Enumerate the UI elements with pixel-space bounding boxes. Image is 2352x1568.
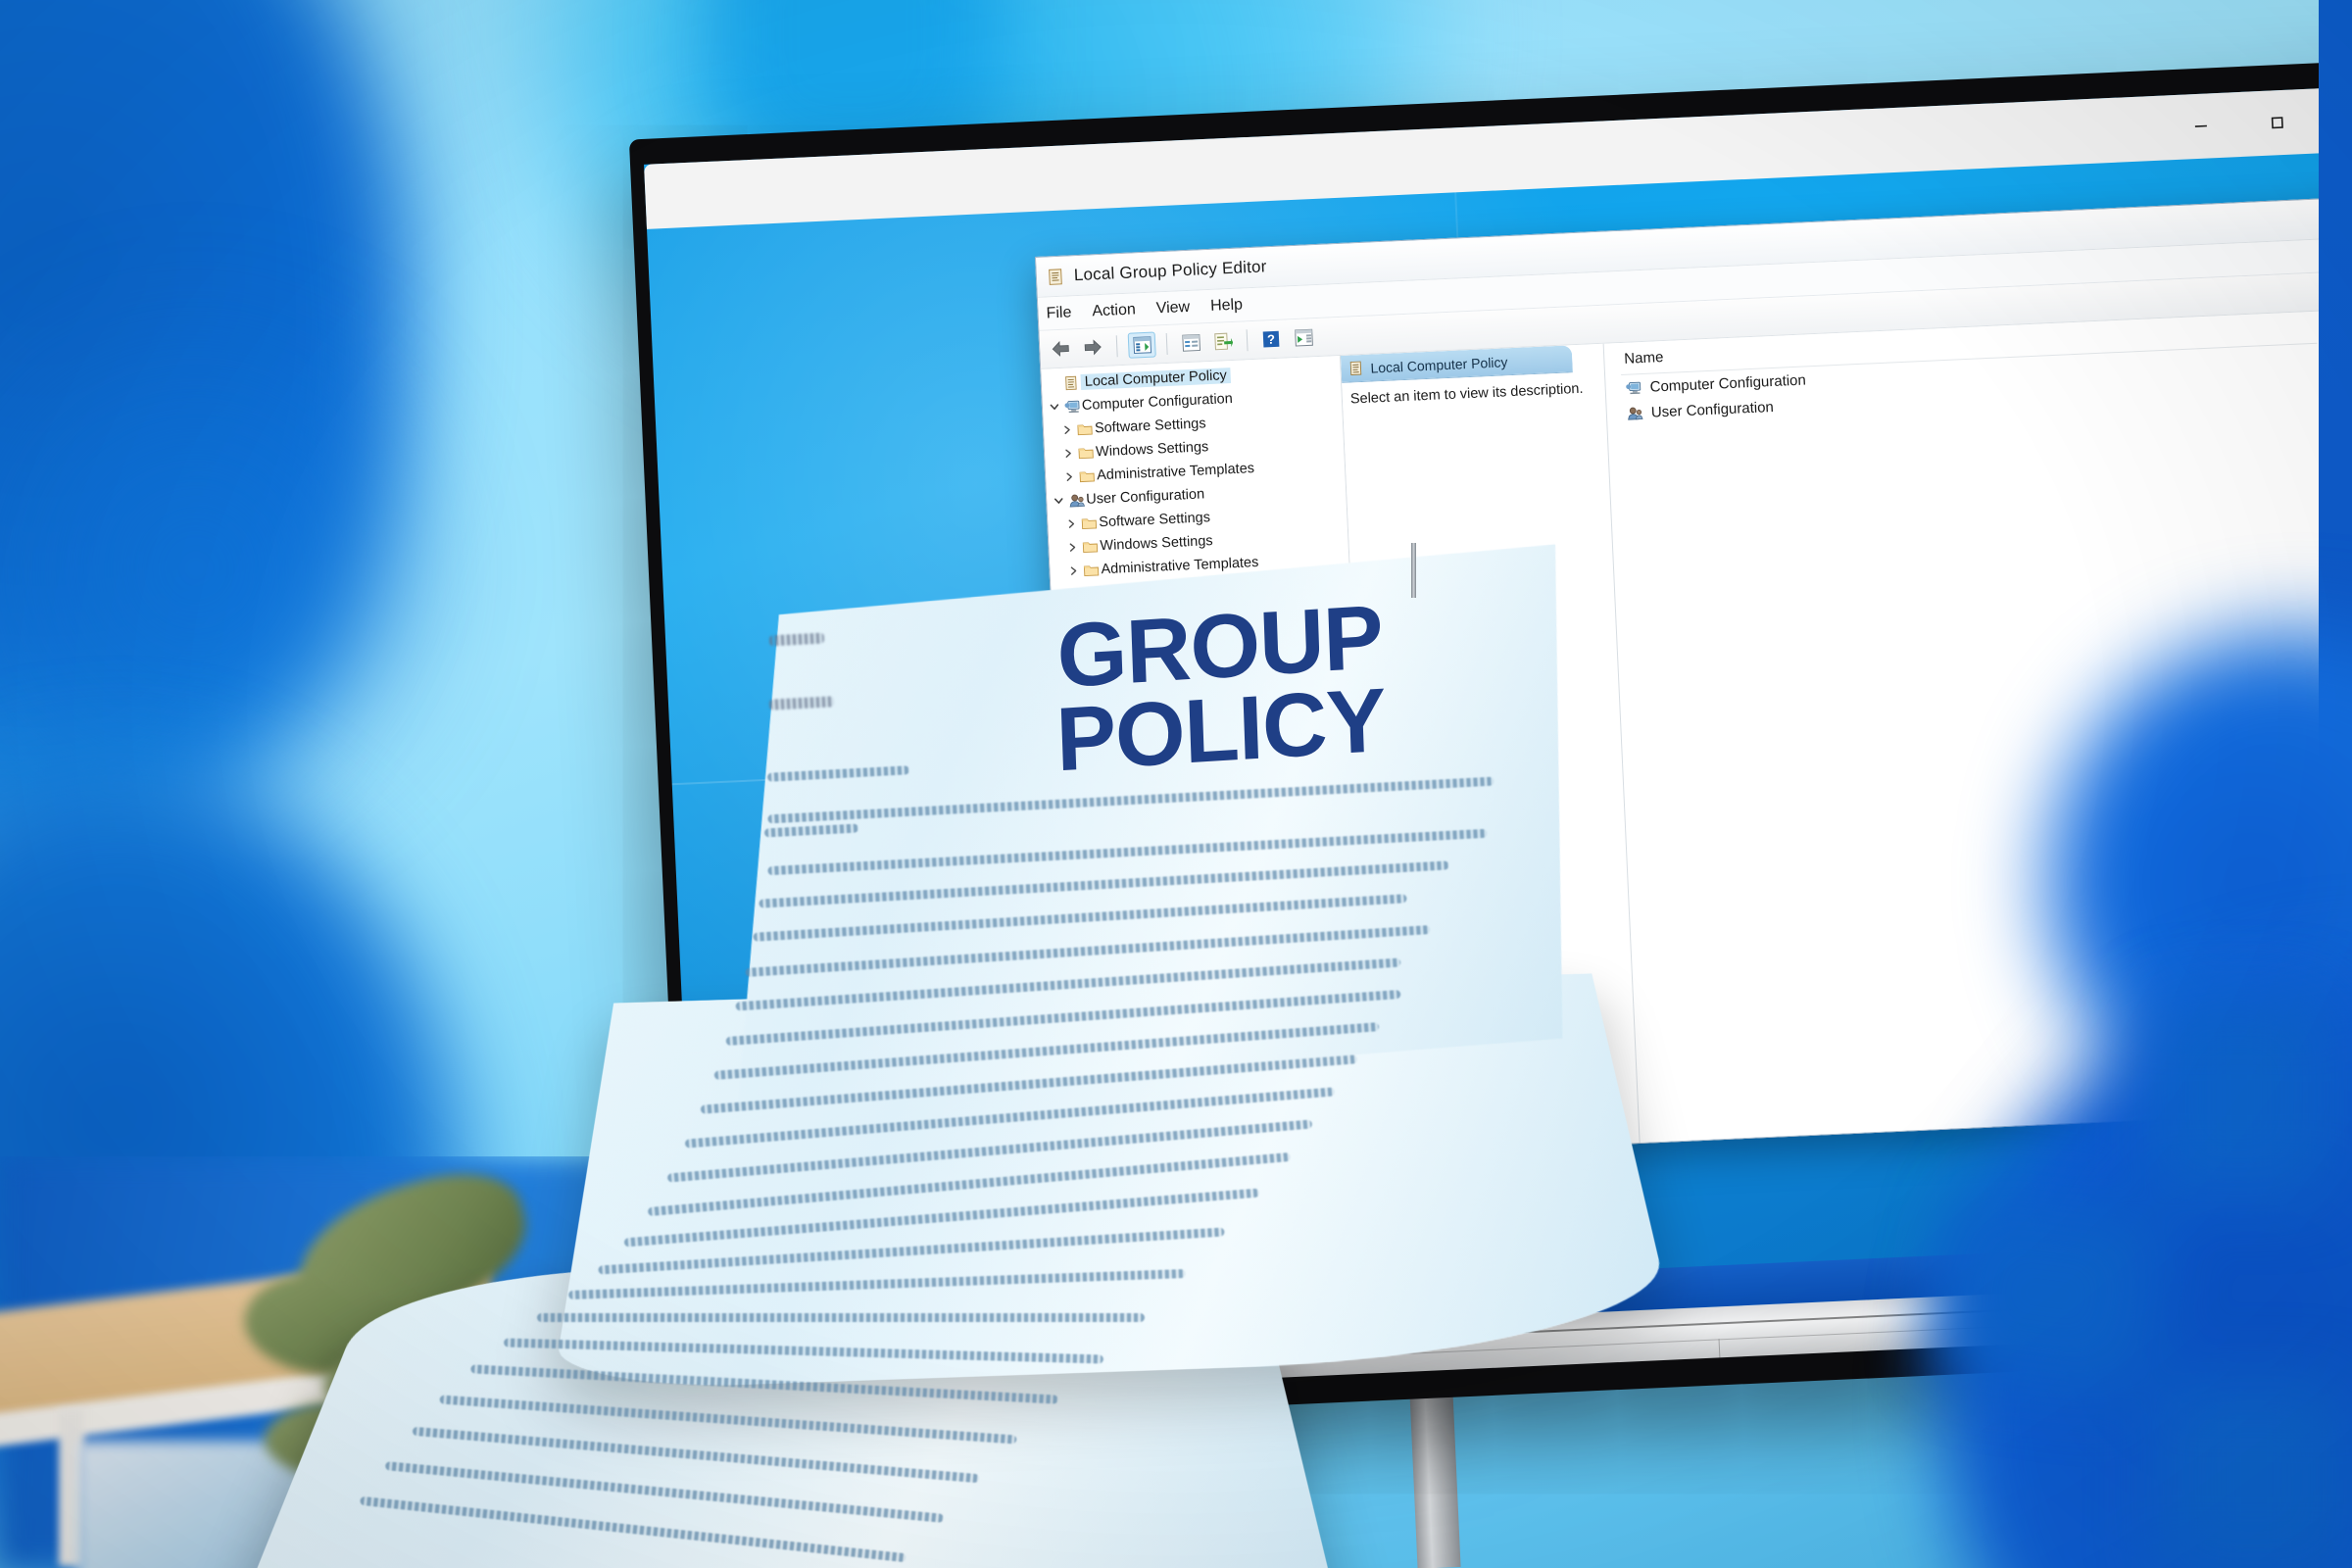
minimize-icon (2194, 124, 2207, 127)
chevron-down-icon (1050, 404, 1059, 410)
toolbar-separator (1246, 329, 1249, 352)
chevron-right-icon (1064, 425, 1070, 434)
chevron-down-icon (1054, 498, 1063, 504)
toolbar-separator (1165, 332, 1168, 355)
document-heading-line2: POLICY (1054, 669, 1388, 790)
tree-node-label: User Configuration (1085, 486, 1205, 508)
folder-icon (1075, 421, 1096, 436)
tree-expander-collapsed[interactable] (1063, 518, 1079, 529)
user-config-icon (1628, 407, 1643, 420)
tree-node-label: Software Settings (1094, 416, 1206, 437)
maximize-icon (2271, 117, 2283, 129)
back-arrow-icon (1052, 340, 1069, 357)
forward-button[interactable] (1080, 335, 1106, 360)
document-clip (1411, 543, 1416, 598)
folder-icon (1077, 468, 1098, 483)
maximize-button[interactable] (2237, 89, 2317, 157)
minimize-button[interactable] (2161, 92, 2240, 160)
policy-scroll-icon (1061, 375, 1082, 391)
foreground-gear-teeth (1934, 1000, 2352, 1568)
forward-arrow-icon (1084, 339, 1102, 356)
folder-icon (1076, 445, 1097, 460)
tree-expander-collapsed[interactable] (1060, 448, 1076, 459)
properties-button[interactable] (1178, 330, 1204, 355)
help-question-icon: ? (1262, 330, 1280, 348)
tree-node-label: Windows Settings (1095, 439, 1209, 461)
action-pane-icon (1294, 328, 1313, 347)
computer-config-icon (1626, 381, 1642, 394)
menu-item-help[interactable]: Help (1210, 296, 1244, 315)
tree-expander-collapsed[interactable] (1061, 471, 1077, 482)
group-policy-document: GROUP POLICY (246, 549, 1862, 1568)
user-config-icon (1066, 492, 1087, 508)
export-list-button[interactable] (1210, 329, 1237, 354)
tree-node-label: Software Settings (1099, 510, 1211, 531)
document-heading: GROUP POLICY (1054, 587, 1388, 790)
chevron-right-icon (1068, 519, 1075, 528)
document-body-line (537, 1313, 1145, 1322)
computer-config-icon (1062, 398, 1083, 414)
show-hide-action-pane-button[interactable] (1291, 325, 1317, 350)
back-button[interactable] (1048, 336, 1074, 361)
tree-expander-expanded[interactable] (1047, 402, 1062, 413)
tree-node-label: Local Computer Policy (1080, 368, 1232, 390)
folder-icon (1079, 515, 1100, 530)
tree-expander (1046, 383, 1061, 384)
gpe-window-title: Local Group Policy Editor (1073, 257, 1267, 285)
console-tree-icon (1132, 336, 1152, 355)
screenshot-stage: Local Group Policy Editor File Action Vi… (0, 0, 2352, 1568)
tree-expander-collapsed[interactable] (1059, 424, 1075, 435)
description-tab-label: Local Computer Policy (1370, 353, 1508, 376)
svg-text:?: ? (1267, 331, 1276, 346)
help-button[interactable]: ? (1258, 327, 1285, 352)
toolbar-separator (1115, 335, 1118, 358)
menu-item-file[interactable]: File (1046, 304, 1072, 322)
tree-node-label: Computer Configuration (1081, 391, 1234, 414)
show-hide-console-tree-button[interactable] (1127, 331, 1156, 359)
chevron-right-icon (1066, 472, 1072, 481)
menu-item-action[interactable]: Action (1092, 301, 1136, 320)
policy-scroll-icon (1349, 361, 1362, 375)
tree-node-label: Administrative Templates (1096, 461, 1255, 484)
list-item-label: User Configuration (1650, 398, 1775, 421)
policy-scroll-icon (1049, 268, 1062, 285)
chevron-right-icon (1065, 449, 1071, 458)
export-list-icon (1213, 332, 1233, 351)
list-item-label: Computer Configuration (1649, 370, 1807, 396)
properties-icon (1181, 333, 1200, 352)
menu-item-view[interactable]: View (1155, 298, 1190, 318)
tree-expander-expanded[interactable] (1051, 496, 1066, 507)
